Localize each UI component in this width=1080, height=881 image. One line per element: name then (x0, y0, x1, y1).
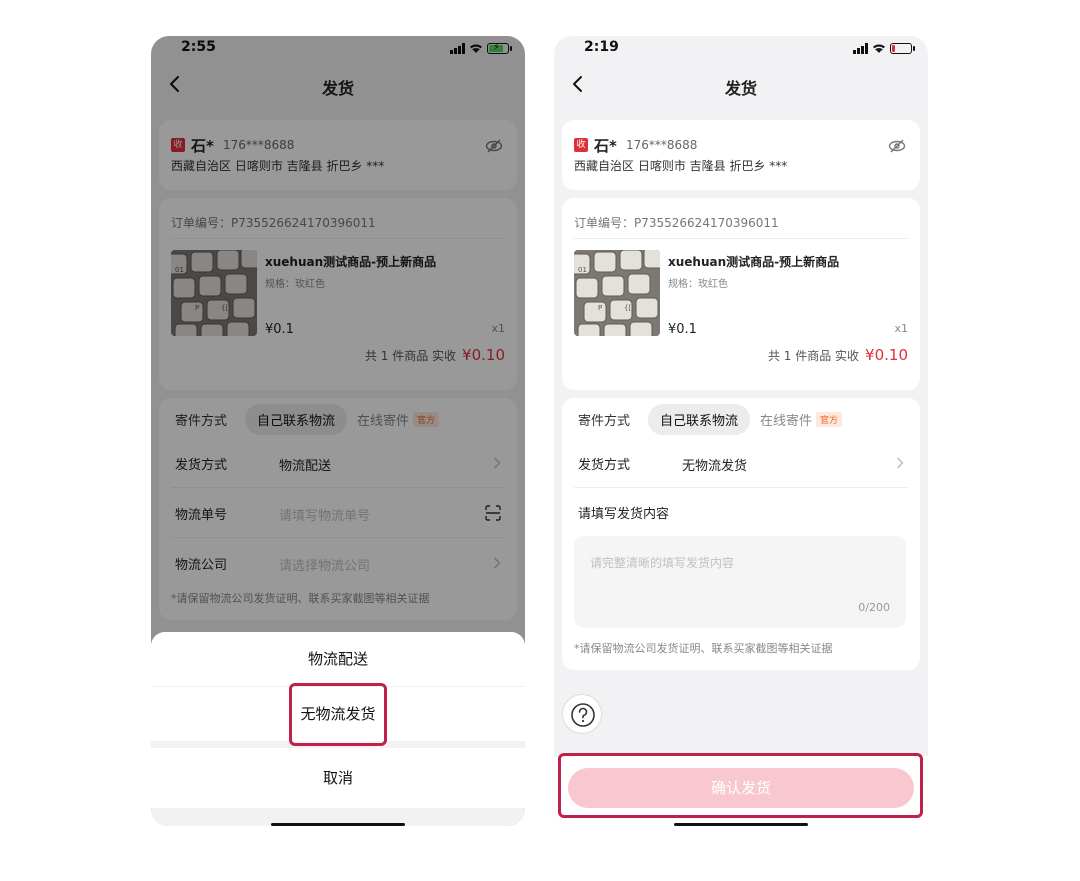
shipping-tabs: 寄件方式 自己联系物流 在线寄件 官方 (570, 403, 843, 435)
product-name: xuehuan测试商品-预上新商品 (668, 255, 840, 269)
order-card: 订单编号：P735526624170396011 P {[ 01 xuehuan测试… (562, 198, 920, 390)
tab-self-logistics[interactable]: 自己联系物流 (648, 403, 751, 435)
shipping-method-label: 发货方式 (578, 458, 631, 473)
product-spec: 规格：玫红色 (668, 279, 728, 290)
status-icons (853, 42, 915, 54)
status-time: 2:19 (584, 39, 619, 55)
phone-screen-right: 2:19 发货 收 石* 176***8688 西藏自治区 日喀则市 吉隆县 折… (554, 36, 928, 826)
question-circle-icon (571, 703, 595, 727)
address-card: 收 石* 176***8688 西藏自治区 日喀则市 吉隆县 折巴乡 *** (562, 120, 920, 190)
order-total-label: 共 1 件商品 实收 (767, 349, 860, 363)
receiver-phone: 176***8688 (626, 138, 698, 152)
shipping-content-label: 请填写发货内容 (578, 507, 670, 522)
divider (574, 238, 908, 239)
svg-text:{[: {[ (624, 304, 631, 312)
shipping-method-row[interactable]: 发货方式 无物流发货 (574, 438, 908, 488)
cancel-button[interactable]: 取消 (151, 748, 525, 808)
shipping-content-placeholder: 请完整清晰的填写发货内容 (590, 556, 735, 570)
svg-text:01: 01 (578, 266, 587, 274)
battery-low-icon (890, 42, 915, 54)
home-indicator (674, 823, 808, 826)
evidence-note: *请保留物流公司发货证明、联系买家截图等相关证据 (574, 642, 833, 655)
option-logistics-delivery[interactable]: 物流配送 (151, 632, 525, 686)
official-badge: 官方 (816, 411, 843, 427)
order-total: 共 1 件商品 实收 ¥0.10 (768, 346, 908, 364)
svg-text:P: P (598, 304, 602, 312)
shipping-tabs-label: 寄件方式 (578, 413, 631, 429)
shipping-method-value: 无物流发货 (682, 459, 748, 474)
receiver-name: 石* (594, 137, 617, 155)
shipping-card: 寄件方式 自己联系物流 在线寄件 官方 发货方式 无物流发货 请填写发货内容 请… (562, 398, 920, 670)
highlight-box-no-logistics (289, 683, 387, 746)
wifi-icon (873, 44, 885, 53)
receiver-address: 西藏自治区 日喀则市 吉隆县 折巴乡 *** (574, 159, 788, 173)
chevron-right-icon (897, 457, 904, 469)
receiver-tag: 收 (574, 138, 588, 152)
signal-icon (853, 42, 868, 54)
nav-bar: 发货 (554, 60, 928, 108)
tab-online-shipping[interactable]: 在线寄件 官方 (760, 410, 843, 429)
shipping-content-textarea[interactable]: 请完整清晰的填写发货内容 0/200 (574, 536, 906, 628)
status-bar: 2:19 (554, 36, 928, 60)
highlight-box-confirm (558, 753, 923, 818)
help-button[interactable] (562, 694, 602, 734)
tab-online-label: 在线寄件 (760, 413, 813, 429)
char-counter: 0/200 (858, 601, 890, 614)
page-title: 发货 (724, 79, 757, 98)
home-indicator (271, 823, 405, 826)
divider (574, 487, 908, 488)
order-number: 订单编号：P735526624170396011 (574, 216, 779, 230)
eye-hidden-icon[interactable] (888, 138, 906, 154)
product-price: ¥0.1 (668, 322, 697, 337)
order-total-amount: ¥0.10 (865, 346, 908, 364)
product-quantity: x1 (894, 322, 908, 335)
product-image: P {[ 01 (574, 250, 660, 336)
